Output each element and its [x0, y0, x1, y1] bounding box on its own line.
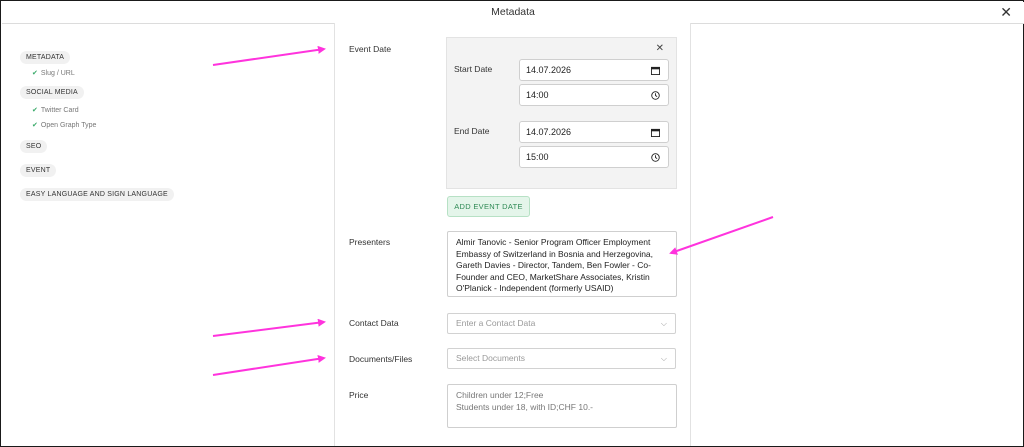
annotation-arrow — [212, 318, 326, 337]
annotation-arrow — [669, 216, 774, 255]
annotation-arrows — [212, 45, 774, 376]
annotation-arrow — [212, 354, 326, 376]
annotation-arrow — [212, 45, 326, 66]
